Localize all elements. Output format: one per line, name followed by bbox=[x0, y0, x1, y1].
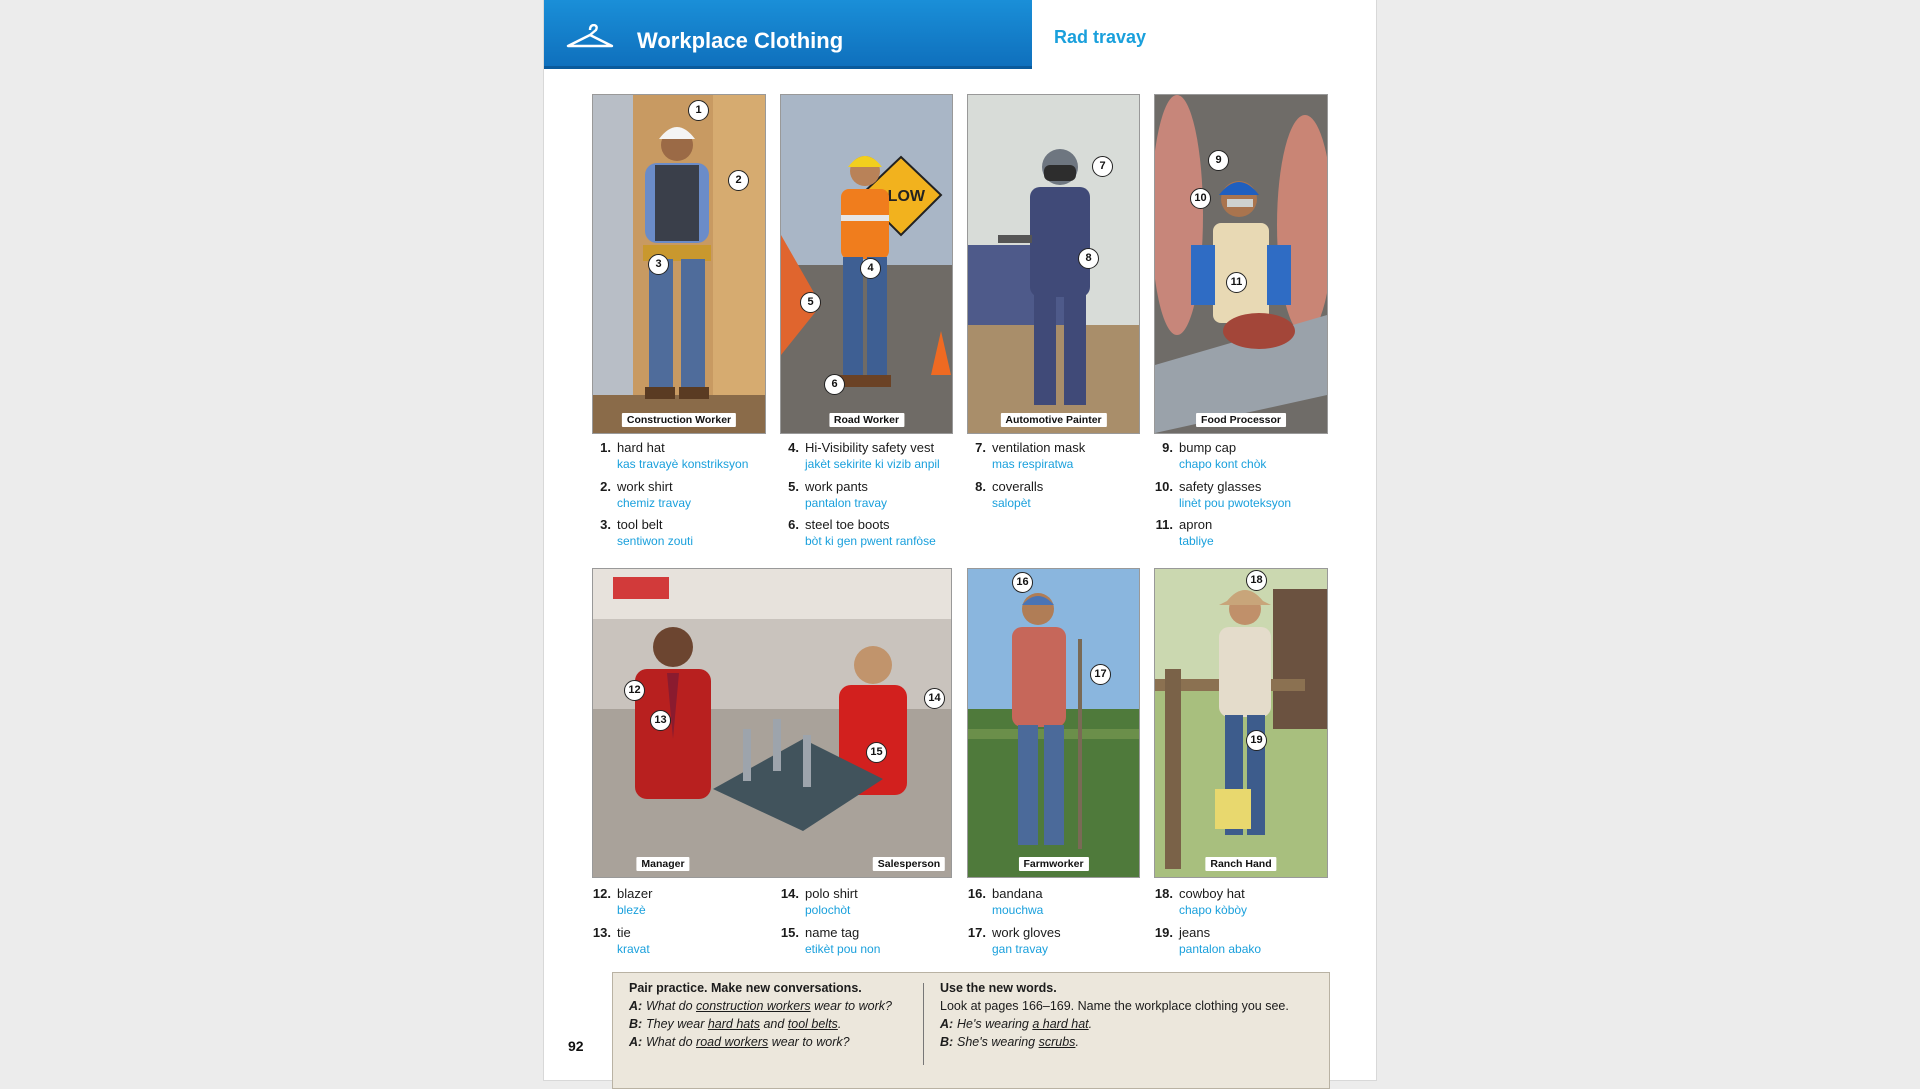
dialog-line-5: B: She's wearing scrubs. bbox=[940, 1035, 1079, 1049]
use-new-words-heading: Use the new words. bbox=[940, 981, 1057, 995]
marker-14: 14 bbox=[924, 688, 945, 709]
caption-road-worker: Road Worker bbox=[828, 413, 905, 427]
marker-7: 7 bbox=[1092, 156, 1113, 177]
practice-divider bbox=[923, 983, 924, 1065]
marker-17: 17 bbox=[1090, 664, 1111, 685]
dialog-line-2: B: They wear hard hats and tool belts. bbox=[629, 1017, 842, 1031]
caption-automotive-painter: Automotive Painter bbox=[1000, 413, 1107, 427]
marker-10: 10 bbox=[1190, 188, 1211, 209]
caption-construction-worker: Construction Worker bbox=[621, 413, 737, 427]
illustration-automotive-painter: Automotive Painter bbox=[967, 94, 1140, 434]
marker-16: 16 bbox=[1012, 572, 1033, 593]
marker-13: 13 bbox=[650, 710, 671, 731]
pair-practice-heading: Pair practice. Make new conversations. bbox=[629, 981, 862, 995]
use-new-words: Use the new words. Look at pages 166–169… bbox=[940, 981, 1289, 1053]
caption-manager: Manager bbox=[636, 857, 690, 871]
caption-farmworker: Farmworker bbox=[1018, 857, 1089, 871]
marker-9: 9 bbox=[1208, 150, 1229, 171]
marker-3: 3 bbox=[648, 254, 669, 275]
hanger-icon bbox=[566, 24, 614, 48]
marker-19: 19 bbox=[1246, 730, 1267, 751]
pair-practice: Pair practice. Make new conversations. A… bbox=[629, 981, 892, 1053]
illustration-farmworker: Farmworker bbox=[967, 568, 1140, 878]
page-title: Workplace Clothing bbox=[637, 28, 844, 53]
marker-4: 4 bbox=[860, 258, 881, 279]
illustration-ranch-hand: Ranch Hand bbox=[1154, 568, 1328, 878]
marker-15: 15 bbox=[866, 742, 887, 763]
illustration-store: Manager Salesperson bbox=[592, 568, 952, 878]
caption-salesperson: Salesperson bbox=[872, 857, 946, 871]
textbook-page: Workplace Clothing Rad travay Constructi… bbox=[544, 0, 1376, 1089]
marker-18: 18 bbox=[1246, 570, 1267, 591]
practice-box: Pair practice. Make new conversations. A… bbox=[612, 972, 1330, 1089]
marker-6: 6 bbox=[824, 374, 845, 395]
caption-food-processor: Food Processor bbox=[1196, 413, 1286, 427]
use-new-words-intro: Look at pages 166–169. Name the workplac… bbox=[940, 999, 1289, 1013]
illustration-construction-worker: Construction Worker bbox=[592, 94, 766, 434]
marker-5: 5 bbox=[800, 292, 821, 313]
header-band: Workplace Clothing bbox=[544, 0, 1032, 69]
dialog-line-1: A: What do construction workers wear to w… bbox=[629, 999, 892, 1013]
dialog-line-4: A: He's wearing a hard hat. bbox=[940, 1017, 1093, 1031]
caption-ranch-hand: Ranch Hand bbox=[1205, 857, 1277, 871]
page-subtitle: Rad travay bbox=[1054, 27, 1147, 47]
page-number: 92 bbox=[568, 1038, 584, 1054]
marker-1: 1 bbox=[688, 100, 709, 121]
illustration-food-processor: Food Processor bbox=[1154, 94, 1328, 434]
marker-2: 2 bbox=[728, 170, 749, 191]
marker-8: 8 bbox=[1078, 248, 1099, 269]
marker-12: 12 bbox=[624, 680, 645, 701]
marker-11: 11 bbox=[1226, 272, 1247, 293]
dialog-line-3: A: What do road workers wear to work? bbox=[629, 1035, 850, 1049]
